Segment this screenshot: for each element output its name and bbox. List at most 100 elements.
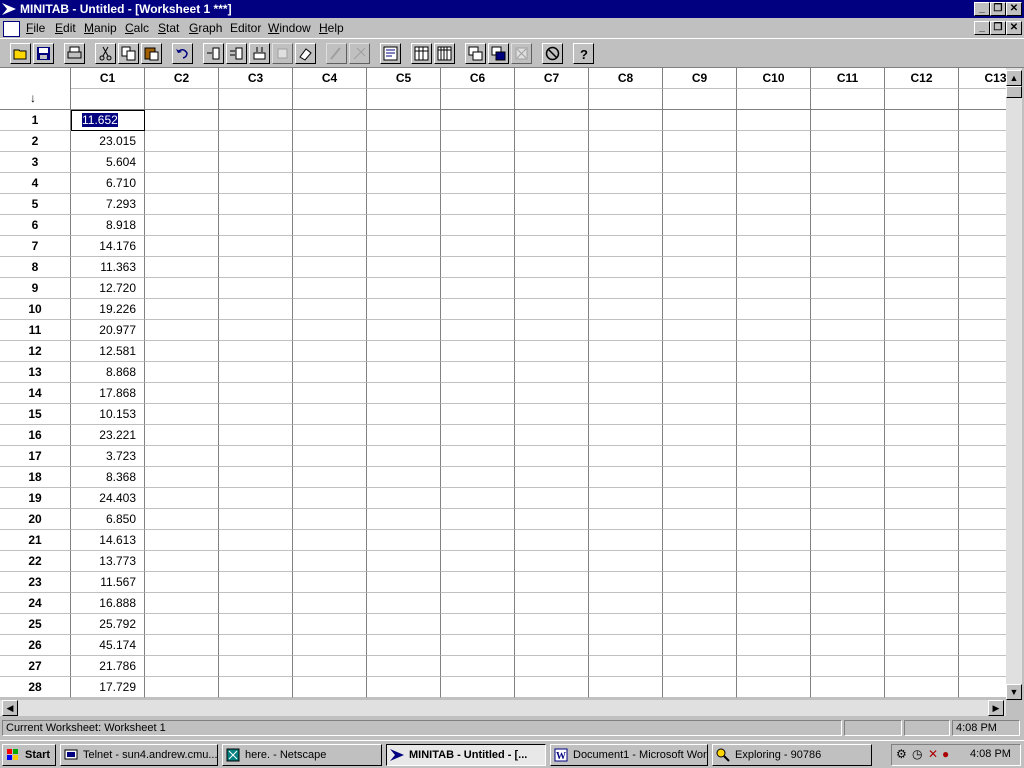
data-cell[interactable] <box>219 509 293 530</box>
data-cell[interactable] <box>663 131 737 152</box>
data-cell[interactable] <box>367 593 441 614</box>
row-number[interactable]: 2 <box>0 131 71 152</box>
data-cell[interactable] <box>885 635 959 656</box>
data-cell[interactable] <box>737 215 811 236</box>
data-cell[interactable] <box>663 404 737 425</box>
data-cell[interactable] <box>589 425 663 446</box>
data-cell[interactable] <box>589 257 663 278</box>
data-cell[interactable] <box>885 236 959 257</box>
data-cell[interactable] <box>515 341 589 362</box>
data-cell[interactable] <box>441 215 515 236</box>
data-cell[interactable] <box>885 152 959 173</box>
row-number[interactable]: 13 <box>0 362 71 383</box>
data-cell[interactable] <box>737 362 811 383</box>
data-cell[interactable] <box>885 110 959 131</box>
data-cell[interactable] <box>811 551 885 572</box>
data-cell[interactable] <box>885 467 959 488</box>
doc-restore-button[interactable]: ❐ <box>990 21 1006 35</box>
data-cell[interactable] <box>885 509 959 530</box>
data-cell[interactable] <box>441 257 515 278</box>
row-number[interactable]: 18 <box>0 467 71 488</box>
data-cell-c1[interactable]: 17.729 <box>71 677 145 698</box>
data-cell[interactable] <box>589 593 663 614</box>
data-cell[interactable] <box>737 131 811 152</box>
column-header[interactable]: C13 <box>959 68 1006 89</box>
data-cell[interactable] <box>959 320 1006 341</box>
column-name-cell[interactable] <box>293 89 367 110</box>
data-cell[interactable] <box>145 677 219 698</box>
data-cell[interactable] <box>589 173 663 194</box>
data-cell[interactable] <box>293 320 367 341</box>
row-number[interactable]: 24 <box>0 593 71 614</box>
data-cell[interactable] <box>441 404 515 425</box>
data-cell[interactable] <box>219 635 293 656</box>
undo-button[interactable] <box>172 43 193 64</box>
data-cell[interactable] <box>367 173 441 194</box>
data-cell[interactable] <box>145 488 219 509</box>
data-cell[interactable] <box>441 152 515 173</box>
data-cell[interactable] <box>589 278 663 299</box>
data-cell[interactable] <box>663 593 737 614</box>
task-telnet[interactable]: Telnet - sun4.andrew.cmu.... <box>60 744 218 766</box>
entry-direction-arrow[interactable]: ↓ <box>30 91 36 105</box>
column-header[interactable]: C9 <box>663 68 737 89</box>
data-cell[interactable] <box>145 278 219 299</box>
data-cell[interactable] <box>145 509 219 530</box>
data-cell[interactable] <box>663 236 737 257</box>
tray-network-icon[interactable]: ⚙ <box>896 747 907 761</box>
data-cell[interactable] <box>515 404 589 425</box>
data-cell[interactable] <box>293 341 367 362</box>
data-cell[interactable] <box>885 215 959 236</box>
data-cell[interactable] <box>515 530 589 551</box>
data-cell[interactable] <box>959 341 1006 362</box>
data-cell-c1[interactable]: 45.174 <box>71 635 145 656</box>
data-cell-c1[interactable]: 23.015 <box>71 131 145 152</box>
data-cell[interactable] <box>515 635 589 656</box>
data-cell[interactable] <box>959 173 1006 194</box>
delete-cells-button[interactable] <box>272 43 293 64</box>
data-cell-c1[interactable]: 8.368 <box>71 467 145 488</box>
data-cell[interactable] <box>441 593 515 614</box>
data-cell[interactable] <box>219 404 293 425</box>
data-cell[interactable] <box>737 320 811 341</box>
data-cell[interactable] <box>663 362 737 383</box>
data-cell[interactable] <box>885 362 959 383</box>
data-cell[interactable] <box>663 173 737 194</box>
data-cell[interactable] <box>663 110 737 131</box>
data-cell[interactable] <box>959 131 1006 152</box>
data-cell[interactable] <box>737 656 811 677</box>
data-cell[interactable] <box>885 173 959 194</box>
data-cell[interactable] <box>515 236 589 257</box>
data-cell[interactable] <box>145 299 219 320</box>
data-cell[interactable] <box>885 194 959 215</box>
row-number[interactable]: 19 <box>0 488 71 509</box>
data-cell[interactable] <box>367 656 441 677</box>
data-cell[interactable] <box>663 299 737 320</box>
column-header[interactable]: C11 <box>811 68 885 89</box>
data-cell[interactable] <box>515 551 589 572</box>
data-cell[interactable] <box>959 509 1006 530</box>
data-cell[interactable] <box>737 383 811 404</box>
data-cell[interactable] <box>515 152 589 173</box>
data-cell[interactable] <box>515 488 589 509</box>
data-cell[interactable] <box>737 194 811 215</box>
data-cell[interactable] <box>737 551 811 572</box>
data-cell[interactable] <box>811 341 885 362</box>
data-cell[interactable] <box>293 404 367 425</box>
data-cell[interactable] <box>515 677 589 698</box>
data-cell[interactable] <box>367 110 441 131</box>
data-cell[interactable] <box>737 236 811 257</box>
data-cell[interactable] <box>737 446 811 467</box>
column-header[interactable]: C1 <box>71 68 145 89</box>
data-cell[interactable] <box>293 215 367 236</box>
row-number[interactable]: 22 <box>0 551 71 572</box>
session-window-button[interactable] <box>380 43 401 64</box>
brush-button[interactable] <box>326 43 347 64</box>
menu-graph[interactable]: Graph <box>189 21 222 35</box>
data-cell[interactable] <box>367 446 441 467</box>
column-header[interactable]: C8 <box>589 68 663 89</box>
data-cell[interactable] <box>219 236 293 257</box>
data-cell[interactable] <box>145 425 219 446</box>
tray-chat-icon[interactable]: ● <box>942 747 949 761</box>
data-cell-c1[interactable]: 25.792 <box>71 614 145 635</box>
